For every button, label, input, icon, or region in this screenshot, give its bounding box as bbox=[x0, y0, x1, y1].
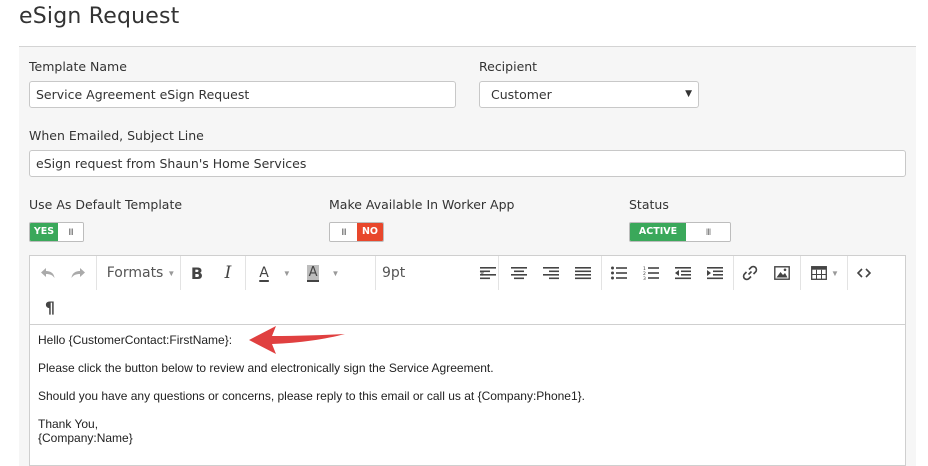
bullet-list-button[interactable] bbox=[609, 262, 629, 284]
indent-icon bbox=[707, 267, 723, 280]
numbered-list-icon: 123 bbox=[643, 266, 659, 280]
background-color-dropdown[interactable]: A ▼ bbox=[300, 262, 346, 284]
image-icon bbox=[774, 266, 790, 280]
redo-button[interactable] bbox=[68, 262, 88, 284]
default-template-toggle[interactable]: YES III bbox=[29, 222, 84, 242]
annotation-arrow-icon bbox=[249, 326, 345, 354]
indent-button[interactable] bbox=[705, 262, 725, 284]
outdent-icon bbox=[675, 267, 691, 280]
italic-button[interactable]: I bbox=[218, 262, 238, 284]
insert-table-dropdown[interactable]: ▼ bbox=[807, 262, 843, 284]
toggle-grip-icon: III bbox=[330, 223, 357, 241]
align-left-button[interactable] bbox=[478, 262, 498, 284]
rich-text-editor: Formats ▼ B I A ▼ A ▼ 9pt ▼ 1 2 3 ▼ ¶ He… bbox=[29, 255, 906, 466]
paragraph-icon: ¶ bbox=[44, 297, 56, 317]
recipient-label: Recipient bbox=[479, 59, 538, 74]
align-left-icon bbox=[480, 267, 496, 280]
code-icon bbox=[857, 268, 871, 278]
align-center-icon bbox=[511, 267, 527, 280]
font-color-dropdown[interactable]: A ▼ bbox=[252, 262, 298, 284]
toggle-yes-state: YES bbox=[30, 223, 58, 241]
editor-line-instructions: Please click the button below to review … bbox=[38, 361, 494, 375]
redo-icon bbox=[71, 268, 85, 278]
formats-label: Formats bbox=[106, 265, 164, 281]
link-icon bbox=[742, 265, 758, 281]
page-title: eSign Request bbox=[19, 4, 180, 29]
italic-icon: I bbox=[224, 263, 232, 283]
recipient-select-value: Customer bbox=[491, 87, 552, 102]
editor-line-thanks: Thank You, bbox=[38, 417, 99, 431]
numbered-list-button[interactable]: 123 bbox=[641, 262, 661, 284]
background-color-icon: A bbox=[306, 264, 320, 282]
align-right-icon bbox=[543, 267, 559, 280]
toggle-active-state: ACTIVE bbox=[630, 223, 686, 241]
bullet-list-icon bbox=[611, 266, 627, 280]
template-name-input[interactable]: Service Agreement eSign Request bbox=[29, 81, 456, 108]
subject-line-label: When Emailed, Subject Line bbox=[29, 128, 204, 143]
align-justify-button[interactable] bbox=[573, 262, 593, 284]
undo-button[interactable] bbox=[38, 262, 58, 284]
caret-down-icon: ▼ bbox=[167, 268, 176, 278]
insert-link-button[interactable] bbox=[740, 262, 760, 284]
editor-line-company-name: {Company:Name} bbox=[38, 431, 133, 445]
toggle-grip-icon: III bbox=[686, 223, 730, 241]
chevron-down-icon: ▼ bbox=[685, 89, 692, 99]
worker-app-toggle[interactable]: III NO bbox=[329, 222, 384, 242]
formats-dropdown[interactable]: Formats ▼ bbox=[105, 262, 177, 284]
toggle-grip-icon: III bbox=[58, 223, 83, 241]
caret-down-icon: ▼ bbox=[282, 268, 291, 278]
caret-down-icon: ▼ bbox=[331, 268, 340, 278]
font-size-dropdown[interactable]: 9pt ▼ bbox=[382, 262, 492, 284]
align-justify-icon bbox=[575, 267, 591, 280]
template-name-label: Template Name bbox=[29, 59, 127, 74]
undo-icon bbox=[41, 268, 55, 278]
status-label: Status bbox=[629, 197, 669, 212]
bold-icon: B bbox=[190, 263, 204, 283]
bold-button[interactable]: B bbox=[187, 262, 207, 284]
subject-line-input[interactable]: eSign request from Shaun's Home Services bbox=[29, 150, 906, 177]
editor-line-greeting: Hello {CustomerContact:FirstName}: bbox=[38, 333, 233, 347]
editor-toolbar: Formats ▼ B I A ▼ A ▼ 9pt ▼ 1 2 3 ▼ ¶ bbox=[30, 256, 905, 325]
align-center-button[interactable] bbox=[509, 262, 529, 284]
recipient-select[interactable]: Customer ▼ bbox=[479, 81, 699, 108]
outdent-button[interactable] bbox=[673, 262, 693, 284]
svg-text:3: 3 bbox=[643, 276, 646, 280]
font-size-value: 9pt bbox=[382, 265, 406, 281]
caret-down-icon: ▼ bbox=[831, 268, 839, 278]
default-template-label: Use As Default Template bbox=[29, 197, 183, 212]
source-code-button[interactable] bbox=[854, 262, 874, 284]
table-icon bbox=[811, 266, 827, 280]
toggle-no-state: NO bbox=[357, 223, 383, 241]
align-right-button[interactable] bbox=[541, 262, 561, 284]
font-color-icon: A bbox=[259, 265, 269, 281]
worker-app-label: Make Available In Worker App bbox=[329, 197, 515, 212]
insert-image-button[interactable] bbox=[772, 262, 792, 284]
status-toggle[interactable]: ACTIVE III bbox=[629, 222, 731, 242]
show-blocks-button[interactable]: ¶ bbox=[40, 296, 60, 318]
editor-line-questions: Should you have any questions or concern… bbox=[38, 389, 585, 403]
